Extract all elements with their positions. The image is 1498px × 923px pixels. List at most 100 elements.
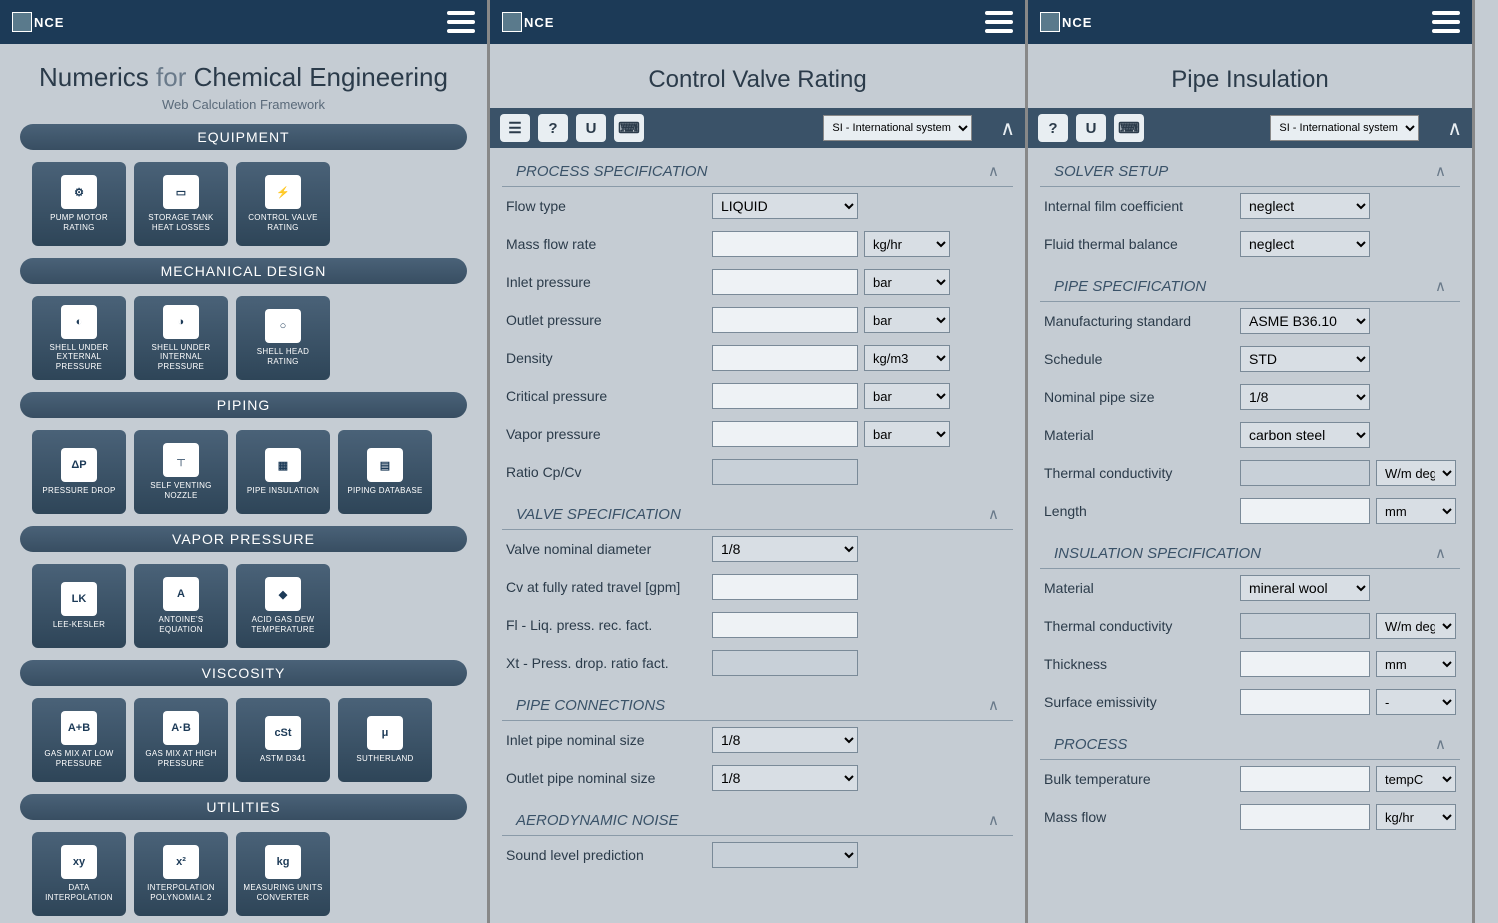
chevron-up-icon[interactable]: ∧	[1435, 162, 1446, 180]
tile[interactable]: AANTOINE'S EQUATION	[134, 564, 228, 648]
unit-select[interactable]: bar	[864, 383, 950, 409]
unit-select[interactable]: kg/hr	[864, 231, 950, 257]
keyboard-button[interactable]: ⌨	[614, 114, 644, 142]
tile[interactable]: LKLEE-KESLER	[32, 564, 126, 648]
tile[interactable]: x²INTERPOLATION POLYNOMIAL 2	[134, 832, 228, 916]
field-row: Internal film coefficientneglect	[1030, 187, 1470, 225]
unit-select[interactable]: mm	[1376, 498, 1456, 524]
tile[interactable]: ▭STORAGE TANK HEAT LOSSES	[134, 162, 228, 246]
field-label: Material	[1044, 580, 1234, 596]
chevron-up-icon[interactable]: ∧	[1435, 544, 1446, 562]
menu-icon[interactable]	[985, 11, 1013, 33]
category-header: UTILITIES	[20, 794, 467, 820]
chevron-up-icon[interactable]: ∧	[988, 811, 999, 829]
field-input[interactable]	[712, 383, 858, 409]
tile[interactable]: ◆ACID GAS DEW TEMPERATURE	[236, 564, 330, 648]
tile[interactable]: ○SHELL HEAD RATING	[236, 296, 330, 380]
field-input[interactable]	[712, 307, 858, 333]
tile[interactable]: A+BGAS MIX AT LOW PRESSURE	[32, 698, 126, 782]
tile[interactable]: ▦PIPE INSULATION	[236, 430, 330, 514]
collapse-icon[interactable]: ∧	[1000, 116, 1015, 141]
field-input[interactable]	[712, 345, 858, 371]
tile[interactable]: A·BGAS MIX AT HIGH PRESSURE	[134, 698, 228, 782]
unit-select[interactable]: W/m degK	[1376, 613, 1456, 639]
field-input[interactable]	[1240, 804, 1370, 830]
page-title: Control Valve Rating	[490, 44, 1025, 108]
unit-select[interactable]: bar	[864, 269, 950, 295]
collapse-icon[interactable]: ∧	[1447, 116, 1462, 141]
chevron-up-icon[interactable]: ∧	[988, 696, 999, 714]
tile-label: SHELL UNDER INTERNAL PRESSURE	[138, 343, 224, 372]
field-input[interactable]	[712, 650, 858, 676]
field-input[interactable]	[712, 421, 858, 447]
field-select[interactable]: neglect	[1240, 231, 1370, 257]
tile[interactable]: μSUTHERLAND	[338, 698, 432, 782]
help-button[interactable]: ?	[1038, 114, 1068, 142]
field-row: Lengthmm	[1030, 492, 1470, 530]
field-input[interactable]	[712, 574, 858, 600]
tile[interactable]: xyDATA INTERPOLATION	[32, 832, 126, 916]
field-label: Xt - Press. drop. ratio fact.	[506, 655, 706, 671]
field-input[interactable]	[1240, 613, 1370, 639]
list-button[interactable]: ☰	[500, 114, 530, 142]
field-select[interactable]: 1/8	[712, 536, 858, 562]
unit-select[interactable]: tempC	[1376, 766, 1456, 792]
field-input[interactable]	[712, 231, 858, 257]
tile[interactable]: ◐SHELL UNDER EXTERNAL PRESSURE	[32, 296, 126, 380]
field-input[interactable]	[1240, 651, 1370, 677]
unit-select[interactable]: -	[1376, 689, 1456, 715]
menu-icon[interactable]	[1432, 11, 1460, 33]
tile[interactable]: ΔPPRESSURE DROP	[32, 430, 126, 514]
field-select[interactable]: 1/8	[712, 765, 858, 791]
units-button[interactable]: U	[1076, 114, 1106, 142]
field-select[interactable]: carbon steel	[1240, 422, 1370, 448]
tile-label: PIPING DATABASE	[347, 486, 422, 496]
tile[interactable]: ◑SHELL UNDER INTERNAL PRESSURE	[134, 296, 228, 380]
chevron-up-icon[interactable]: ∧	[1435, 735, 1446, 753]
tile[interactable]: ▤PIPING DATABASE	[338, 430, 432, 514]
tile[interactable]: ⚙PUMP MOTOR RATING	[32, 162, 126, 246]
tile[interactable]: ⚡CONTROL VALVE RATING	[236, 162, 330, 246]
field-input[interactable]	[712, 269, 858, 295]
unit-select[interactable]: bar	[864, 307, 950, 333]
section-title: INSULATION SPECIFICATION	[1054, 545, 1261, 562]
unit-select[interactable]: bar	[864, 421, 950, 447]
title-area: Numerics for Chemical Engineering Web Ca…	[0, 44, 487, 120]
keyboard-button[interactable]: ⌨	[1114, 114, 1144, 142]
field-input[interactable]	[1240, 498, 1370, 524]
chevron-up-icon[interactable]: ∧	[988, 505, 999, 523]
menu-icon[interactable]	[447, 11, 475, 33]
field-label: Flow type	[506, 198, 706, 214]
field-input[interactable]	[1240, 766, 1370, 792]
tile[interactable]: ┬SELF VENTING NOZZLE	[134, 430, 228, 514]
field-input[interactable]	[1240, 460, 1370, 486]
logo-text: NCE	[524, 15, 554, 30]
unit-select[interactable]: kg/hr	[1376, 804, 1456, 830]
field-select[interactable]: ASME B36.10	[1240, 308, 1370, 334]
field-input[interactable]	[712, 459, 858, 485]
field-select[interactable]: STD	[1240, 346, 1370, 372]
help-button[interactable]: ?	[538, 114, 568, 142]
unit-select[interactable]: mm	[1376, 651, 1456, 677]
field-select[interactable]: mineral wool	[1240, 575, 1370, 601]
unit-system-select[interactable]: SI - International system	[1270, 115, 1419, 141]
field-row: Critical pressurebar	[492, 377, 1023, 415]
units-button[interactable]: U	[576, 114, 606, 142]
field-select[interactable]: 1/8	[712, 727, 858, 753]
tile[interactable]: kgMEASURING UNITS CONVERTER	[236, 832, 330, 916]
field-row: Inlet pressurebar	[492, 263, 1023, 301]
category-header: EQUIPMENT	[20, 124, 467, 150]
field-input[interactable]	[1240, 689, 1370, 715]
field-select[interactable]: 1/8	[1240, 384, 1370, 410]
field-row: Valve nominal diameter1/8	[492, 530, 1023, 568]
field-select[interactable]: neglect	[1240, 193, 1370, 219]
field-select[interactable]	[712, 842, 858, 868]
field-select[interactable]: LIQUID	[712, 193, 858, 219]
chevron-up-icon[interactable]: ∧	[1435, 277, 1446, 295]
field-input[interactable]	[712, 612, 858, 638]
chevron-up-icon[interactable]: ∧	[988, 162, 999, 180]
unit-select[interactable]: W/m degK	[1376, 460, 1456, 486]
tile[interactable]: cStASTM D341	[236, 698, 330, 782]
unit-select[interactable]: kg/m3	[864, 345, 950, 371]
unit-system-select[interactable]: SI - International system	[823, 115, 972, 141]
